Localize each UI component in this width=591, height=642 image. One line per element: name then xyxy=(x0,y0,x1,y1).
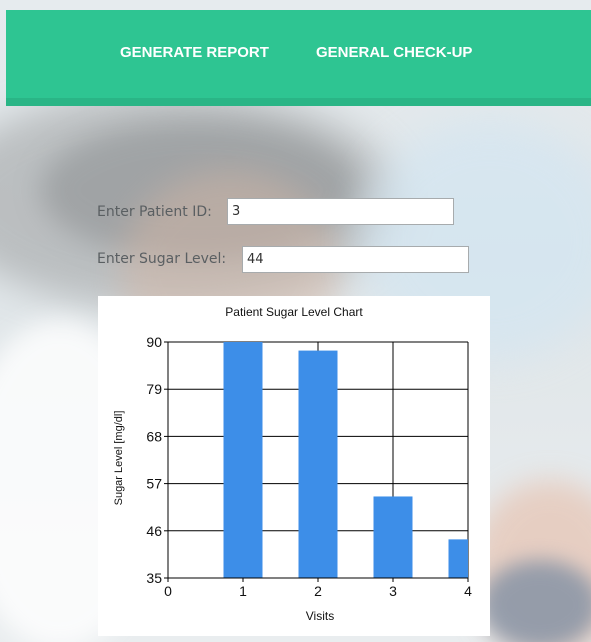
patient-id-label: Enter Patient ID: xyxy=(97,204,212,220)
general-checkup-link[interactable]: GENERAL CHECK-UP xyxy=(316,44,472,61)
x-tick-label: 0 xyxy=(164,583,172,599)
x-tick-label: 3 xyxy=(389,583,397,599)
sugar-level-chart: Patient Sugar Level Chart Visits Sugar L… xyxy=(113,305,472,623)
x-axis-label: Visits xyxy=(306,609,334,623)
y-tick-label: 57 xyxy=(146,476,162,492)
y-tick-label: 90 xyxy=(146,334,162,350)
x-tick-label: 4 xyxy=(464,583,472,599)
y-tick-label: 79 xyxy=(146,381,162,397)
y-tick-label: 35 xyxy=(146,570,162,586)
top-navigation-bar xyxy=(6,10,591,106)
y-axis-label: Sugar Level [mg/dl] xyxy=(113,411,125,506)
chart-bar xyxy=(223,342,263,578)
chart-bar xyxy=(298,350,338,578)
chart-bar xyxy=(448,539,468,578)
x-tick-label: 1 xyxy=(239,583,247,599)
sugar-level-label: Enter Sugar Level: xyxy=(97,251,227,267)
x-tick-label: 2 xyxy=(314,583,322,599)
sugar-level-chart-panel: Patient Sugar Level Chart Visits Sugar L… xyxy=(98,296,490,636)
topbar-shadow xyxy=(6,98,591,106)
patient-id-input[interactable] xyxy=(227,198,454,225)
chart-title: Patient Sugar Level Chart xyxy=(225,305,363,319)
chart-bar xyxy=(373,496,413,578)
y-tick-label: 68 xyxy=(146,428,162,444)
sugar-level-input[interactable] xyxy=(242,246,469,273)
y-tick-label: 46 xyxy=(146,523,162,539)
generate-report-link[interactable]: GENERATE REPORT xyxy=(120,44,269,61)
